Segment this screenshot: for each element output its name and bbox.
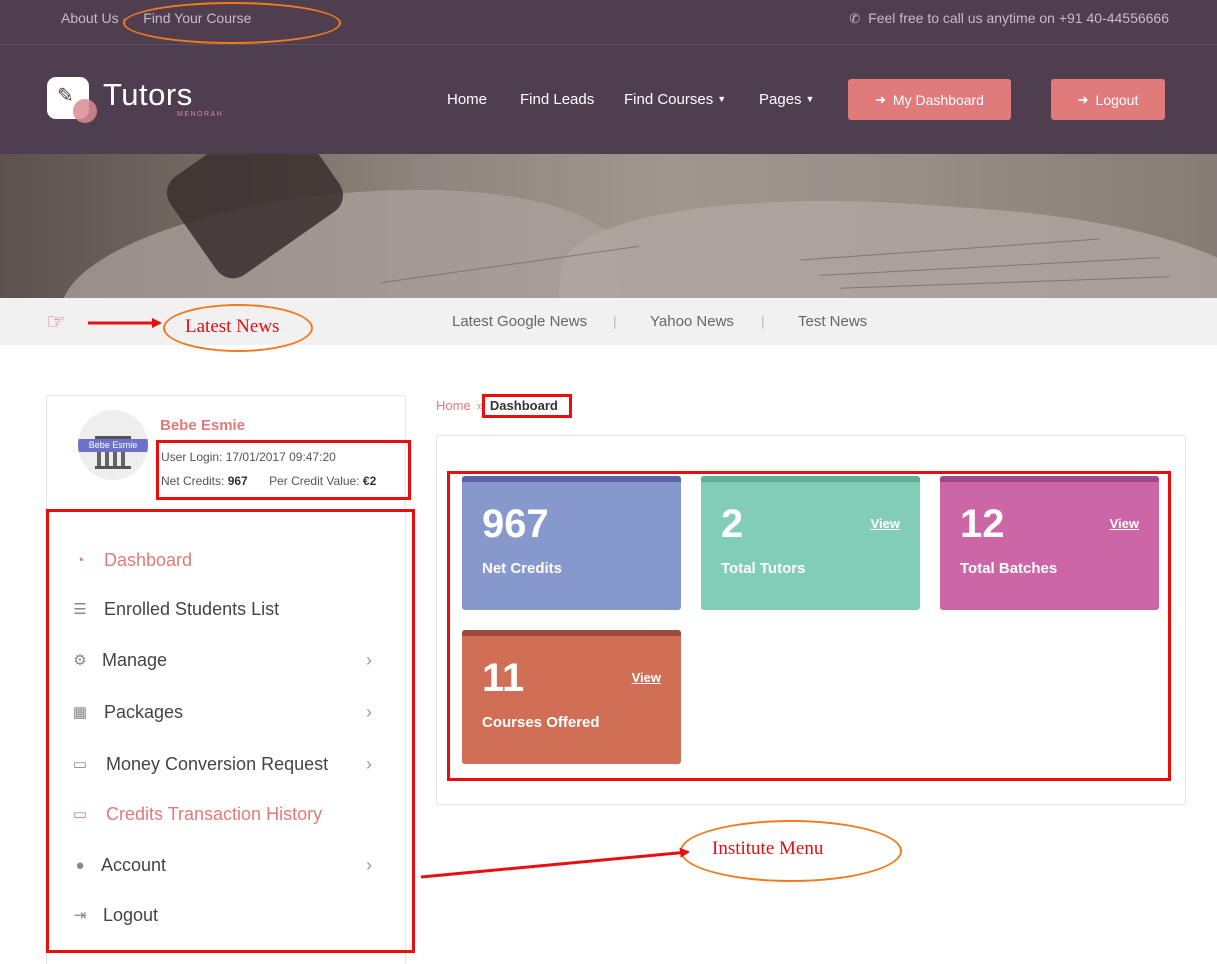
annotation-arrows xyxy=(88,318,690,879)
arrow-to-institute-menu xyxy=(420,847,690,879)
